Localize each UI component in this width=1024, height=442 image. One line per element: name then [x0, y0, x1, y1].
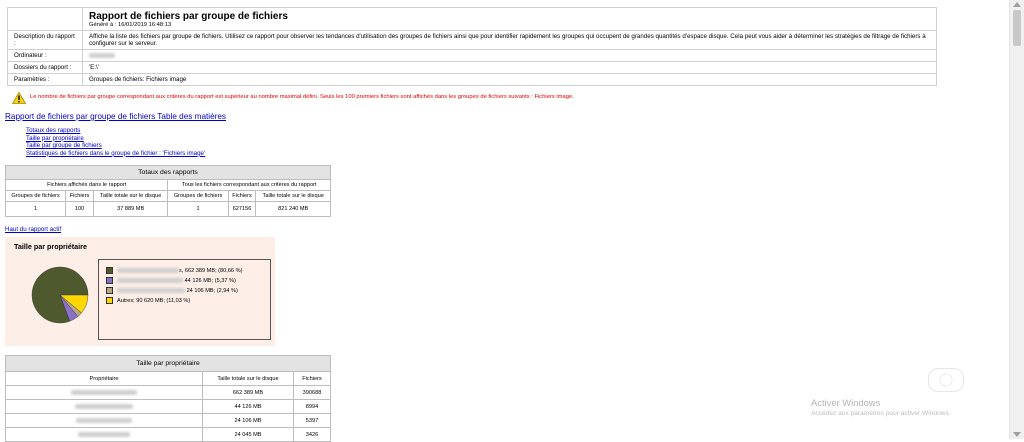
report-page: Rapport de fichiers par groupe de fichie… — [0, 0, 1010, 442]
folders-label: Dossiers du rapport : — [7, 61, 83, 74]
redacted-owner-name — [75, 403, 133, 409]
totals-table: Totaux des rapports Fichiers affichés da… — [4, 165, 331, 217]
redacted-owner-name — [71, 389, 137, 395]
table-row: 662 389 MB 390688 — [5, 385, 331, 400]
top-of-report-link[interactable]: Haut du rapport actif — [5, 226, 61, 233]
legend-swatch — [106, 277, 113, 284]
legend-label: Autres; 90 620 MB; (11,03 %) — [117, 297, 191, 304]
totals-header: Taille totale sur le disque — [255, 190, 331, 202]
totals-value: 37 889 MB — [92, 201, 169, 217]
scroll-up-arrow-icon[interactable] — [1013, 2, 1021, 7]
redacted-owner-name — [117, 278, 183, 283]
redacted-owner-name — [78, 431, 130, 437]
owner-cell — [5, 427, 203, 442]
legend-label: s, 662 389 MB; (80,66 %) — [179, 267, 243, 274]
toc-title-link[interactable]: Rapport de fichiers par groupe de fichie… — [5, 112, 226, 121]
warning-text: Le nombre de fichiers par groupe corresp… — [30, 94, 574, 100]
totals-caption: Totaux des rapports — [5, 165, 331, 180]
header-title-cell: Rapport de fichiers par groupe de fichie… — [82, 7, 937, 31]
scrollbar-thumb[interactable] — [1013, 10, 1021, 46]
size-cell: 662 389 MB — [202, 385, 294, 400]
totals-value: 1 — [4, 201, 67, 217]
legend-label: 24 106 MB; (2,94 %) — [186, 287, 238, 294]
legend-item: 24 106 MB; (2,94 %) — [106, 287, 238, 294]
owner-table-header: Taille totale sur le disque — [202, 371, 294, 386]
redacted-owner-name — [117, 268, 179, 273]
legend-swatch — [106, 267, 113, 274]
computer-label: Ordinateur : — [7, 49, 83, 62]
size-cell: 24 106 MB — [202, 413, 294, 428]
owner-table-caption: Taille par propriétaire — [5, 355, 331, 372]
totals-header: Fichiers — [227, 190, 257, 202]
activate-windows-subtitle: Accédez aux paramètres pour activer Wind… — [811, 410, 951, 417]
watermark-icon — [928, 368, 964, 392]
redacted-owner-name — [76, 417, 132, 423]
size-cell: 24 045 MB — [202, 427, 294, 442]
files-cell: 390688 — [293, 385, 331, 400]
totals-header: Taille totale sur le disque — [92, 190, 169, 202]
redacted-owner-name — [117, 288, 185, 293]
toc-link-size-by-group[interactable]: Taille par groupe de fichiers — [26, 142, 205, 150]
generated-timestamp: Généré à : 16/01/2019 16:48:13 — [89, 22, 172, 28]
header-blank-cell — [7, 7, 83, 31]
toc-links: Totaux des rapports Taille par propriéta… — [26, 127, 205, 157]
owner-chart-panel: Taille par propriétaire s, 662 389 MB; (… — [5, 237, 275, 346]
owner-pie-chart — [31, 266, 89, 324]
files-cell: 8994 — [293, 399, 331, 414]
legend-swatch — [106, 297, 113, 304]
parameters-label: Paramètres : — [7, 73, 83, 86]
totals-header: Groupes de fichiers — [4, 190, 67, 202]
description-value: Affiche la liste des fichiers par groupe… — [82, 30, 937, 50]
owner-table-header: Fichiers — [293, 371, 331, 386]
parameters-value: Groupes de fichiers: Fichiers image — [82, 73, 937, 86]
totals-value: 821 240 MB — [255, 201, 331, 217]
totals-header: Groupes de fichiers — [167, 190, 229, 202]
legend-item: 44 126 MB; (5,37 %) — [106, 277, 236, 284]
totals-group-left: Fichiers affichés dans le rapport — [4, 179, 169, 191]
totals-value: 1 — [167, 201, 229, 217]
totals-value: 627156 — [227, 201, 257, 217]
table-row: 24 106 MB 5397 — [5, 413, 331, 428]
report-title: Rapport de fichiers par groupe de fichie… — [89, 11, 288, 22]
files-cell: 3426 — [293, 427, 331, 442]
legend-item: s, 662 389 MB; (80,66 %) — [106, 267, 242, 274]
owner-chart-title: Taille par propriétaire — [14, 242, 87, 251]
toc-link-size-by-owner[interactable]: Taille par propriétaire — [26, 135, 205, 143]
legend-item: Autres; 90 620 MB; (11,03 %) — [106, 297, 190, 304]
redacted-computer-name — [89, 52, 115, 58]
owner-chart-legend: s, 662 389 MB; (80,66 %) 44 126 MB; (5,3… — [98, 259, 271, 340]
report-header-table: Rapport de fichiers par groupe de fichie… — [7, 7, 937, 86]
table-row: 24 045 MB 3426 — [5, 427, 331, 442]
toc-link-totals[interactable]: Totaux des rapports — [26, 127, 205, 135]
scroll-down-arrow-icon[interactable] — [1013, 432, 1021, 437]
legend-label: 44 126 MB; (5,37 %) — [184, 277, 236, 284]
totals-group-right: Tous les fichiers correspondant aux crit… — [167, 179, 331, 191]
computer-value — [82, 49, 937, 62]
owner-table-header: Propriétaire — [5, 371, 203, 386]
table-row: 44 126 MB 8994 — [5, 399, 331, 414]
owner-cell — [5, 385, 203, 400]
owner-table: Taille par propriétaire Propriétaire Tai… — [5, 355, 331, 442]
totals-header: Fichiers — [65, 190, 94, 202]
legend-swatch — [106, 287, 113, 294]
owner-cell — [5, 399, 203, 414]
activate-windows-title: Activer Windows — [811, 397, 881, 408]
totals-value: 100 — [65, 201, 94, 217]
warning-icon — [12, 92, 26, 104]
owner-cell — [5, 413, 203, 428]
size-cell: 44 126 MB — [202, 399, 294, 414]
files-cell: 5397 — [293, 413, 331, 428]
folders-value: 'E:\' — [82, 61, 937, 74]
vertical-scrollbar[interactable] — [1009, 0, 1024, 439]
description-label: Description du rapport : — [7, 30, 83, 50]
toc-link-statistics[interactable]: Statistiques de fichiers dans le groupe … — [26, 150, 205, 158]
